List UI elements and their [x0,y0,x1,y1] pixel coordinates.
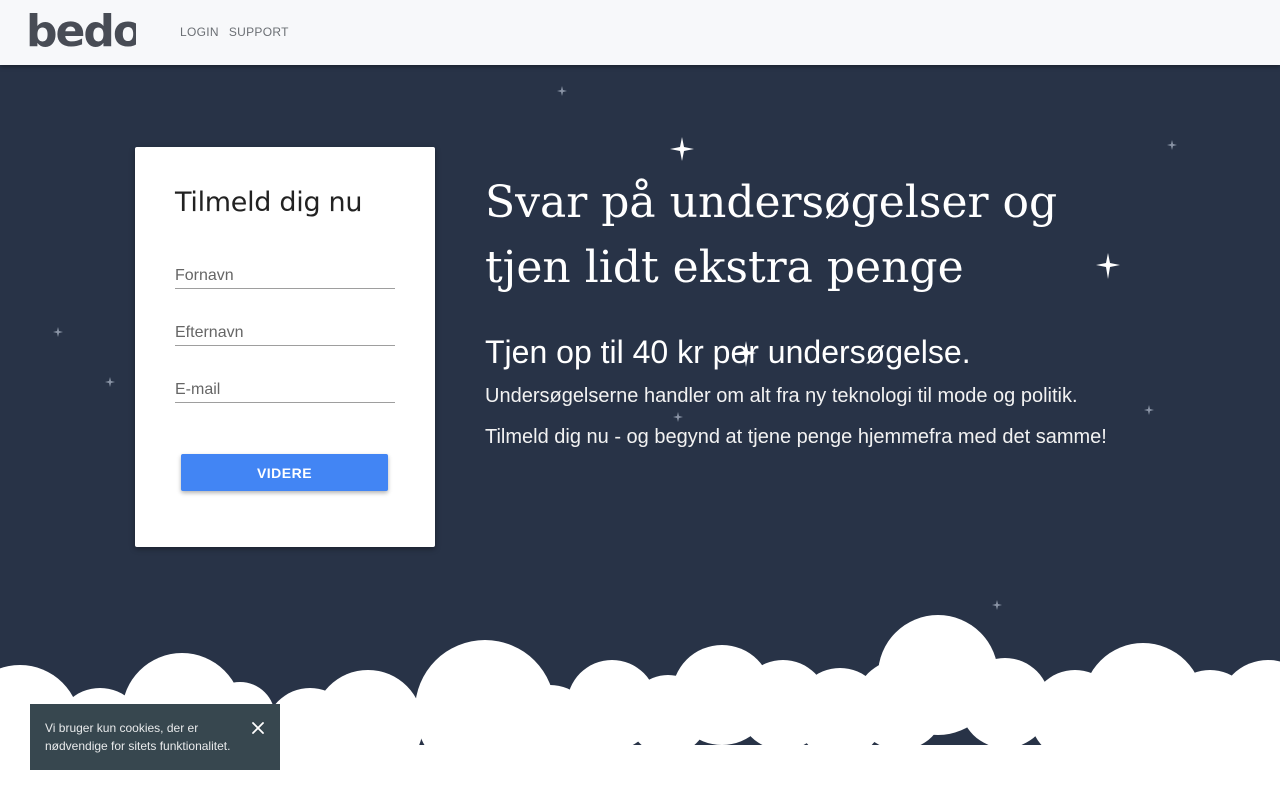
email-input[interactable] [175,377,395,402]
first-name-input[interactable] [175,263,395,288]
signup-title: Tilmeld dig nu [175,187,363,218]
last-name-field [175,320,395,346]
email-field [175,377,395,403]
logo-text: bedo [26,13,136,53]
last-name-input[interactable] [175,320,395,345]
hero-section: Tilmeld dig nu VIDERE Svar på undersøgel… [0,65,1280,800]
top-nav: LOGIN SUPPORT [180,25,289,39]
hero-subhead: Tjen op til 40 kr per undersøgelse. [485,334,971,370]
continue-button[interactable]: VIDERE [181,454,388,491]
first-name-field [175,263,395,289]
bedo-logo[interactable]: bedo [26,13,136,53]
login-link[interactable]: LOGIN [180,25,219,39]
hero-paragraph-1: Undersøgelserne handler om alt fra ny te… [485,385,1078,407]
site-header: bedo LOGIN SUPPORT [0,0,1280,65]
cookie-notice: Vi bruger kun cookies, der er nødvendige… [30,704,280,770]
hero-headline: Svar på undersøgelser og tjen lidt ekstr… [485,177,1058,293]
close-icon[interactable] [251,721,265,735]
hero-text: Svar på undersøgelser og tjen lidt ekstr… [485,170,1135,449]
hero-paragraph-2: Tilmeld dig nu - og begynd at tjene peng… [485,426,1107,448]
cookie-text: Vi bruger kun cookies, der er nødvendige… [45,721,231,753]
support-link[interactable]: SUPPORT [229,25,289,39]
signup-card: Tilmeld dig nu VIDERE [135,147,435,547]
